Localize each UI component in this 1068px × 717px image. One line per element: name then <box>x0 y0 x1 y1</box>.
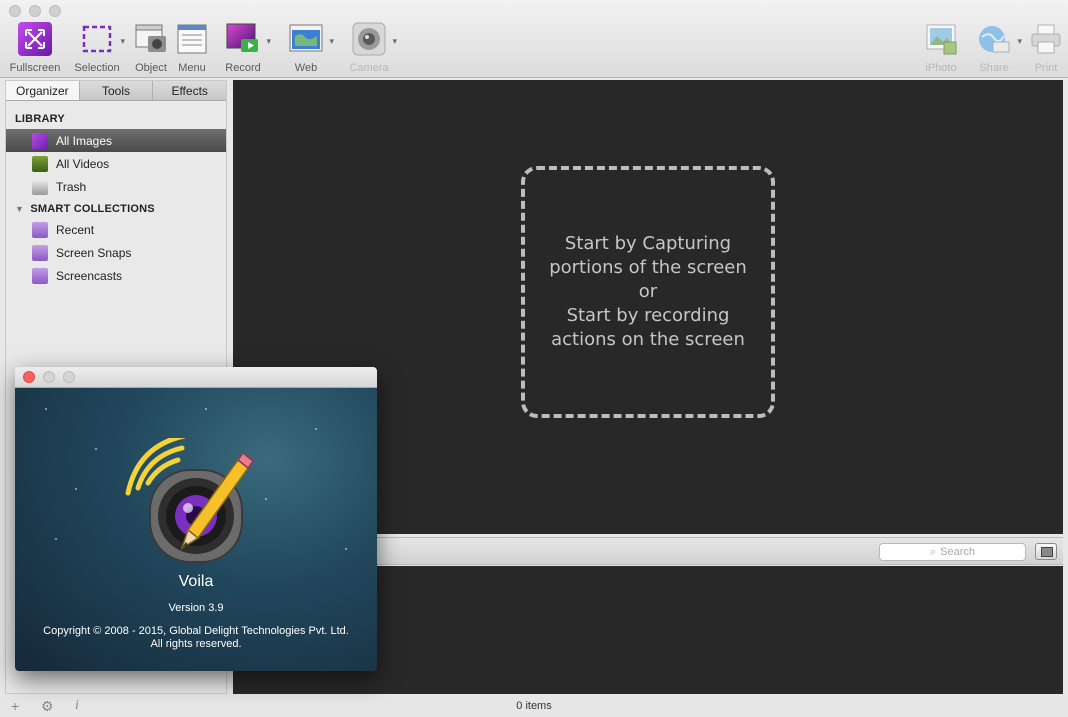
sidebar-item-label: All Images <box>56 133 113 148</box>
camera-dropdown-icon[interactable]: ▾ <box>392 36 397 47</box>
sidebar-item-label: All Videos <box>56 156 110 171</box>
iphoto-label: iPhoto <box>925 62 957 74</box>
sidebar-item-label: Recent <box>56 222 95 237</box>
camera-button[interactable]: ▾ Camera <box>339 22 399 74</box>
library-heading-label: LIBRARY <box>15 113 65 125</box>
web-icon <box>289 22 323 56</box>
images-icon <box>32 132 48 149</box>
web-label: Web <box>294 62 318 74</box>
search-placeholder: Search <box>940 546 976 558</box>
about-titlebar <box>15 367 377 388</box>
web-dropdown-icon[interactable]: ▾ <box>329 36 334 47</box>
about-app-name: Voila <box>178 573 214 590</box>
share-label: Share <box>979 62 1009 74</box>
film-icon <box>32 155 48 172</box>
selection-icon <box>80 22 114 56</box>
close-window-button[interactable] <box>9 5 21 17</box>
capture-placeholder: Start by Capturing portions of the scree… <box>521 166 775 418</box>
print-button[interactable]: Print <box>1016 22 1068 74</box>
share-icon <box>977 22 1011 56</box>
fullscreen-label: Fullscreen <box>9 62 61 74</box>
sidebar-item-label: Screen Snaps <box>56 245 132 260</box>
placeholder-line: portions of the screen <box>549 257 747 278</box>
placeholder-text: Start by Capturing portions of the scree… <box>549 232 747 352</box>
web-button[interactable]: ▾ Web <box>276 22 336 74</box>
trash-icon <box>32 178 48 195</box>
camera-icon <box>352 22 386 56</box>
placeholder-line: Start by Capturing <box>564 233 732 254</box>
smart-folder-icon <box>32 244 48 261</box>
about-zoom-button[interactable] <box>63 371 75 383</box>
print-icon <box>1029 22 1063 56</box>
selection-button[interactable]: ▾ Selection <box>67 22 127 74</box>
sidebar-item-trash[interactable]: Trash <box>6 175 226 198</box>
sidebar-item-screen-snaps[interactable]: Screen Snaps <box>6 241 226 264</box>
sidebar-tabs: Organizer Tools Effects <box>6 81 227 101</box>
smart-collections-label: SMART COLLECTIONS <box>30 203 155 215</box>
minimize-window-button[interactable] <box>29 5 41 17</box>
copyright-line: Copyright © 2008 - 2015, Global Delight … <box>43 625 349 637</box>
zoom-window-button[interactable] <box>49 5 61 17</box>
print-label: Print <box>1034 62 1058 74</box>
placeholder-line: or <box>638 281 658 302</box>
tab-organizer[interactable]: Organizer <box>6 81 80 100</box>
placeholder-line: Start by recording <box>566 305 730 326</box>
status-bar: + ⚙ i 0 items <box>0 696 1068 717</box>
fullscreen-button[interactable]: Fullscreen <box>5 22 65 74</box>
about-version: Version 3.9 <box>168 602 224 614</box>
toggle-view-button[interactable] <box>1035 543 1057 560</box>
iphoto-icon <box>924 22 958 56</box>
iphoto-button[interactable]: iPhoto <box>911 22 971 74</box>
search-field[interactable]: ⌕ Search <box>879 543 1026 561</box>
tab-tools[interactable]: Tools <box>79 81 154 100</box>
sidebar-item-label: Trash <box>56 179 87 194</box>
selection-label: Selection <box>74 62 120 74</box>
sidebar-item-screencasts[interactable]: Screencasts <box>6 264 226 287</box>
smart-folder-icon <box>32 267 48 284</box>
about-close-button[interactable] <box>23 371 35 383</box>
sidebar-item-all-videos[interactable]: All Videos <box>6 152 226 175</box>
smart-collections-heading[interactable]: ▼ SMART COLLECTIONS <box>6 198 226 218</box>
item-count: 0 items <box>516 700 552 712</box>
record-dropdown-icon[interactable]: ▾ <box>266 36 271 47</box>
window-controls <box>9 5 61 17</box>
about-body: Voila Version 3.9 Copyright © 2008 - 201… <box>15 388 377 671</box>
tab-effects[interactable]: Effects <box>153 81 227 100</box>
window-toolbar: Fullscreen ▾ Selection Object Menu ▾ Rec… <box>0 0 1068 78</box>
menu-icon <box>175 22 209 56</box>
voila-logo-icon <box>120 433 270 571</box>
share-button[interactable]: ▾ Share <box>964 22 1024 74</box>
smart-folder-icon <box>32 221 48 238</box>
record-icon <box>226 22 260 56</box>
about-copyright: Copyright © 2008 - 2015, Global Delight … <box>15 625 377 651</box>
sidebar-item-label: Screencasts <box>56 268 123 283</box>
disclosure-triangle-icon[interactable]: ▼ <box>15 204 24 214</box>
about-minimize-button[interactable] <box>43 371 55 383</box>
camera-label: Camera <box>349 62 389 74</box>
record-button[interactable]: ▾ Record <box>213 22 273 74</box>
record-label: Record <box>225 62 261 74</box>
sidebar-item-all-images[interactable]: All Images <box>6 129 226 152</box>
placeholder-line: actions on the screen <box>551 329 745 350</box>
sidebar-item-recent[interactable]: Recent <box>6 218 226 241</box>
rights-line: All rights reserved. <box>150 638 242 650</box>
search-icon: ⌕ <box>929 546 937 558</box>
library-heading: LIBRARY <box>6 101 226 129</box>
about-window: Voila Version 3.9 Copyright © 2008 - 201… <box>15 367 377 671</box>
fullscreen-icon <box>18 22 52 56</box>
